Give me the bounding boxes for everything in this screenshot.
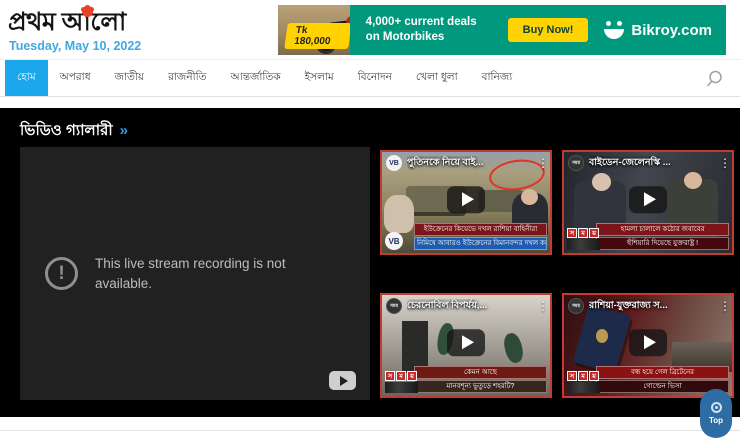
channel-avatar[interactable]: সময় [568, 155, 584, 171]
video-thumbnail-putin[interactable]: VB পুতিনকে নিয়ে বাই... ⋮ VB ইউক্রেনের ক… [380, 150, 552, 255]
bikroy-smiley-icon [604, 20, 625, 40]
video-gallery-section: ভিডিও গ্যালারী » ! This live stream reco… [0, 108, 740, 417]
video-thumbnail-biden-zelensky[interactable]: সময় বাইডেন-জেলেনস্কি ... ⋮ স ম য় হামলা… [562, 150, 734, 255]
divider [0, 430, 740, 431]
nav-item-islam[interactable]: ইসলাম [293, 60, 346, 96]
channel-logo-somoy: স ম য় [567, 228, 600, 250]
alert-icon: ! [45, 257, 78, 290]
more-options-icon[interactable]: ⋮ [719, 156, 729, 170]
site-logo-text: প্রথম আলো [8, 10, 126, 35]
nav-item-national[interactable]: জাতীয় [103, 60, 157, 96]
scroll-top-icon [711, 402, 722, 413]
current-date: Tuesday, May 10, 2022 [9, 39, 141, 53]
bikroy-brand-name: Bikroy.com [631, 22, 712, 39]
caption-line-2: মানবশূন্য ভুতুড়ে শহরটি? [414, 380, 547, 393]
video-thumbnail-grid: VB পুতিনকে নিয়ে বাই... ⋮ VB ইউক্রেনের ক… [380, 150, 734, 398]
search-icon[interactable] [704, 69, 724, 89]
play-button[interactable] [447, 186, 485, 213]
site-logo[interactable]: প্রথম আলো [8, 10, 126, 35]
video-thumbnail-chernobyl[interactable]: সময় চেরনোবিল বিপর্যয়,... ⋮ স ম য় কেমন… [380, 293, 552, 398]
video-captions: বন্ধ হয়ে গেল ব্রিটেনের গোল্ডেন ভিসা [596, 366, 729, 393]
sun-icon [82, 6, 93, 17]
section-title: ভিডিও গ্যালারী [20, 119, 113, 144]
video-captions: কেমন আছে মানবশূন্য ভুতুড়ে শহরটি? [414, 366, 547, 393]
somoy-map-graphic [567, 382, 600, 393]
video-gallery-link[interactable]: ভিডিও গ্যালারী » [20, 119, 128, 144]
bikroy-logo[interactable]: Bikroy.com [604, 20, 712, 40]
caption-line-1: হামলা চালালে কঠোর জবাবের [596, 223, 729, 236]
ad-motorbike-image: Tk 180,000 [278, 5, 350, 55]
channel-logo-vb: VB [385, 232, 403, 250]
video-title: পুতিনকে নিয়ে বাই... [407, 156, 532, 171]
play-button[interactable] [629, 186, 667, 213]
nav-item-international[interactable]: আন্তর্জাতিক [218, 60, 292, 96]
video-captions: ইউক্রেনের কিয়েভে দখল রাশিয়া বাহিনীরা ন… [414, 223, 547, 250]
channel-logo-somoy: স ম য় [385, 371, 418, 393]
play-icon [340, 376, 348, 386]
caption-line-1: কেমন আছে [414, 366, 547, 379]
video-captions: হামলা চালালে কঠোর জবাবের হুঁশিয়ারি দিয়… [596, 223, 729, 250]
more-options-icon[interactable]: ⋮ [719, 299, 729, 313]
ad-headline-line1: 4,000+ current deals [366, 15, 494, 30]
caption-line-1: বন্ধ হয়ে গেল ব্রিটেনের [596, 366, 729, 379]
video-player[interactable]: ! This live stream recording is not avai… [20, 147, 370, 400]
nav-item-business[interactable]: বানিজ্য [470, 60, 525, 96]
header: প্রথম আলো Tuesday, May 10, 2022 Tk 180,0… [0, 0, 740, 59]
caption-line-1: ইউক্রেনের কিয়েভে দখল রাশিয়া বাহিনীরা [414, 223, 547, 236]
ad-content: 4,000+ current deals on Motorbikes Buy N… [350, 5, 726, 55]
price-badge: Tk 180,000 [284, 23, 349, 49]
more-options-icon[interactable]: ⋮ [537, 156, 547, 170]
nav-item-sports[interactable]: খেলা ধুলা [404, 60, 470, 96]
channel-logo-somoy: স ম য় [567, 371, 600, 393]
nav-item-crime[interactable]: অপরাধ [48, 60, 103, 96]
chevron-right-icon: » [120, 122, 128, 139]
video-title: চেরনোবিল বিপর্যয়,... [407, 299, 532, 314]
page: প্রথম আলো Tuesday, May 10, 2022 Tk 180,0… [0, 0, 740, 440]
ad-banner[interactable]: Tk 180,000 4,000+ current deals on Motor… [278, 5, 726, 55]
play-button[interactable] [447, 329, 485, 356]
channel-avatar[interactable]: সময় [568, 298, 584, 314]
ad-headline-line2: on Motorbikes [366, 30, 494, 45]
scroll-to-top-button[interactable]: Top [700, 389, 732, 438]
channel-avatar[interactable]: VB [386, 155, 402, 171]
play-button[interactable] [629, 329, 667, 356]
nav-item-home[interactable]: হোম [5, 60, 48, 96]
player-unavailable-message: ! This live stream recording is not avai… [20, 147, 370, 400]
scroll-top-label: Top [709, 416, 723, 425]
channel-avatar[interactable]: সময় [386, 298, 402, 314]
caption-line-2: হুঁশিয়ারি দিয়েছে যুক্তরাষ্ট্র ! [596, 237, 729, 250]
video-title: বাইডেন-জেলেনস্কি ... [589, 156, 714, 171]
caption-line-2: নিমিষে আবারও ইউক্রেনের বিমানবন্দর দখল কর… [414, 237, 547, 250]
video-thumbnail-uk-visa[interactable]: সময় রাশিয়া-যুক্তরাজ্য স... ⋮ স ম য় বন… [562, 293, 734, 398]
somoy-map-graphic [385, 382, 418, 393]
youtube-logo-button[interactable] [329, 371, 356, 390]
main-navigation: হোম অপরাধ জাতীয় রাজনীতি আন্তর্জাতিক ইসল… [0, 59, 740, 97]
ad-headline: 4,000+ current deals on Motorbikes [366, 15, 494, 45]
nav-item-politics[interactable]: রাজনীতি [156, 60, 218, 96]
video-title: রাশিয়া-যুক্তরাজ্য স... [589, 299, 714, 314]
more-options-icon[interactable]: ⋮ [537, 299, 547, 313]
buy-now-button[interactable]: Buy Now! [508, 18, 589, 42]
nav-item-entertainment[interactable]: বিনোদন [346, 60, 404, 96]
unavailable-text: This live stream recording is not availa… [95, 254, 313, 293]
somoy-map-graphic [567, 239, 600, 250]
